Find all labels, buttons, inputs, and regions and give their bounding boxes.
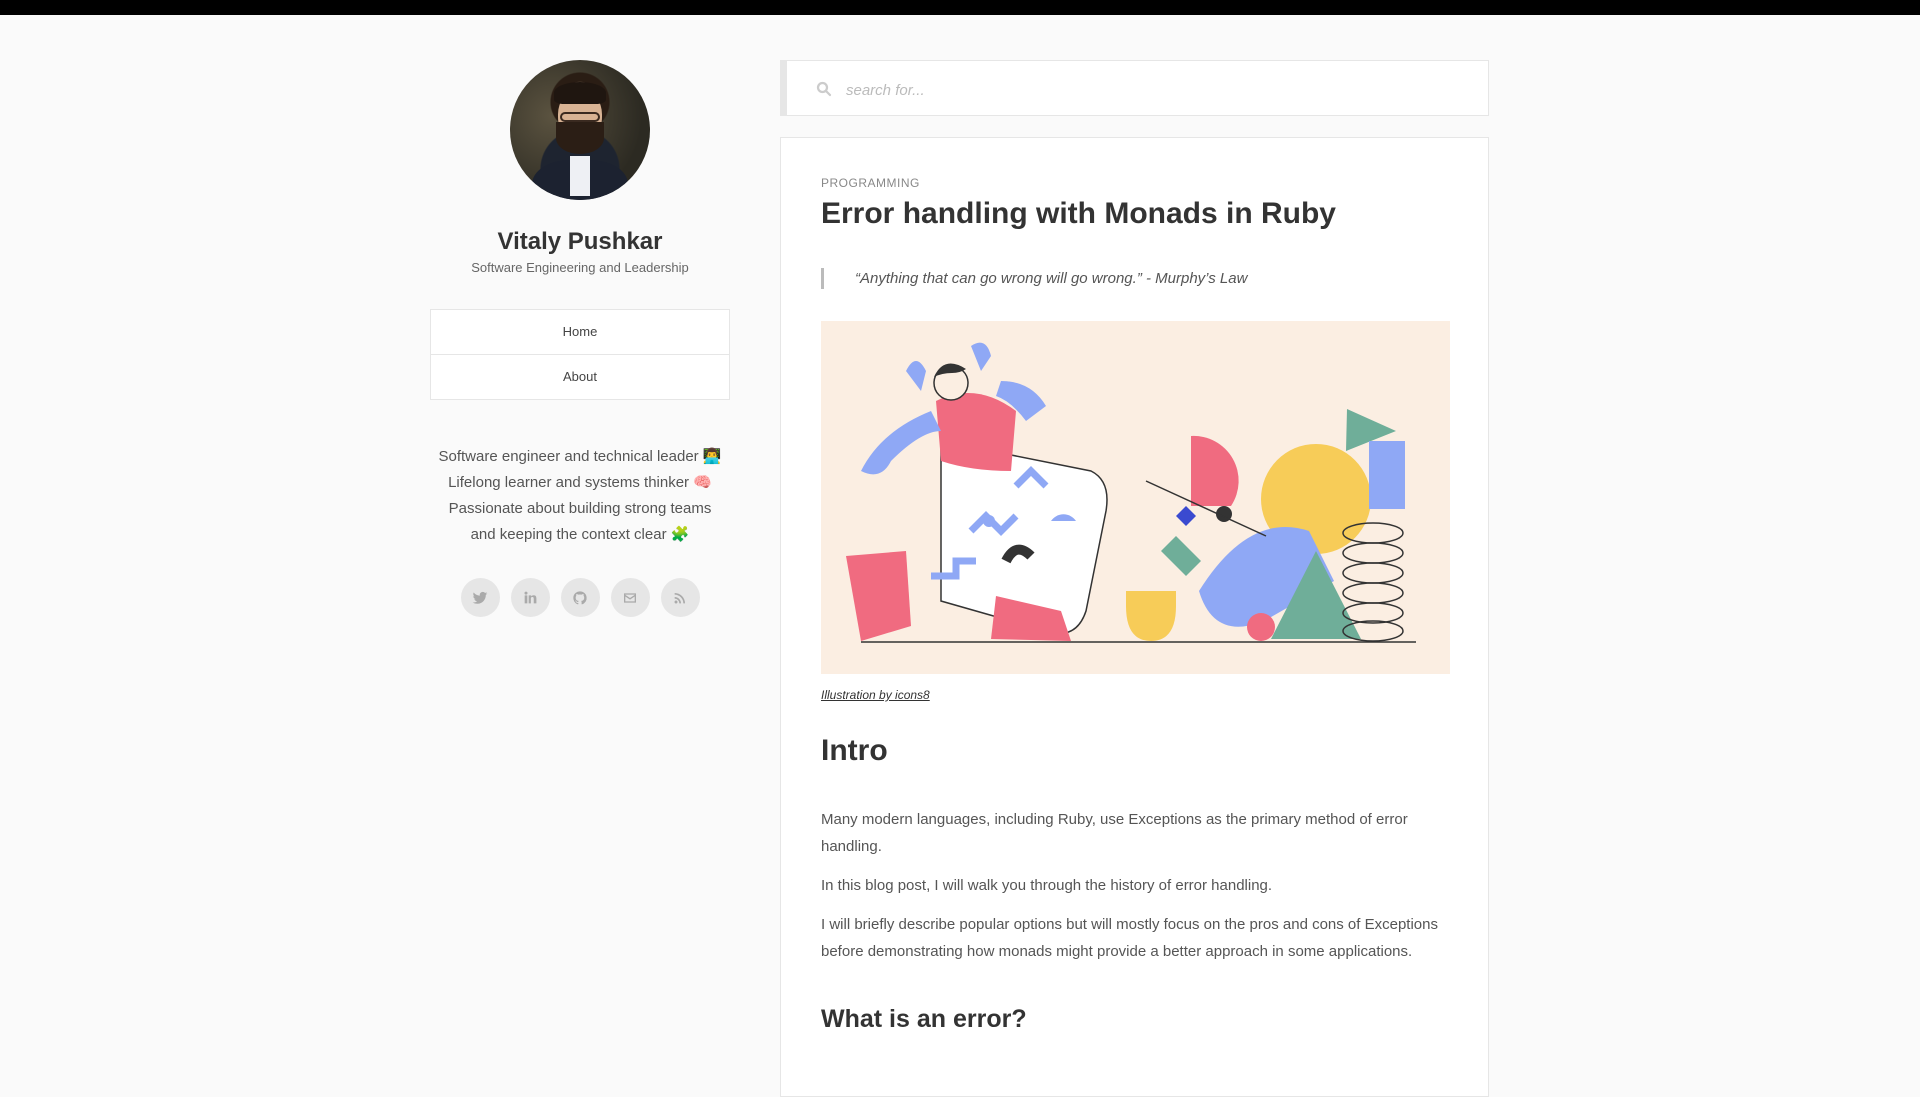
nav-item-home[interactable]: Home xyxy=(431,310,729,355)
article-quote: “Anything that can go wrong will go wron… xyxy=(821,268,1448,289)
article-paragraph: In this blog post, I will walk you throu… xyxy=(821,877,1273,894)
profile-bio: Software engineer and technical leader 👨… xyxy=(430,444,730,548)
bio-line: Passionate about building strong teams xyxy=(448,500,712,517)
section-heading-what-is-error: What is an error? xyxy=(821,1005,1027,1033)
search-input[interactable] xyxy=(844,77,1448,103)
github-icon[interactable] xyxy=(560,578,600,617)
profile-tagline: Software Engineering and Leadership xyxy=(471,260,689,275)
article-category[interactable]: Programming xyxy=(821,176,1448,190)
section-heading-intro: Intro xyxy=(821,734,888,767)
article: Programming Error handling with Monads i… xyxy=(780,137,1489,1097)
avatar[interactable] xyxy=(510,60,650,200)
bio-line: and keeping the context clear 🧩 xyxy=(470,526,690,543)
article-title[interactable]: Error handling with Monads in Ruby xyxy=(821,196,1448,232)
linkedin-icon[interactable] xyxy=(510,578,550,617)
article-paragraph: I will briefly describe popular options … xyxy=(821,916,1438,960)
twitter-icon[interactable] xyxy=(460,578,500,617)
social-links xyxy=(430,578,730,617)
article-paragraph: Many modern languages, including Ruby, u… xyxy=(821,811,1408,855)
sidebar: Vitaly Pushkar Software Engineering and … xyxy=(430,60,730,617)
illustration-credit-link[interactable]: Illustration by icons8 xyxy=(821,688,930,702)
sidebar-nav: Home About xyxy=(430,309,730,400)
top-bar xyxy=(0,0,1920,15)
bio-line: Software engineer and technical leader 👨… xyxy=(438,448,722,465)
bio-line: Lifelong learner and systems thinker 🧠 xyxy=(448,474,712,491)
rss-icon[interactable] xyxy=(660,578,700,617)
search-icon xyxy=(816,81,832,97)
mail-icon[interactable] xyxy=(610,578,650,617)
profile-name[interactable]: Vitaly Pushkar xyxy=(430,228,730,256)
search-bar xyxy=(780,60,1489,116)
nav-item-about[interactable]: About xyxy=(431,355,729,399)
hero-illustration xyxy=(821,321,1450,674)
